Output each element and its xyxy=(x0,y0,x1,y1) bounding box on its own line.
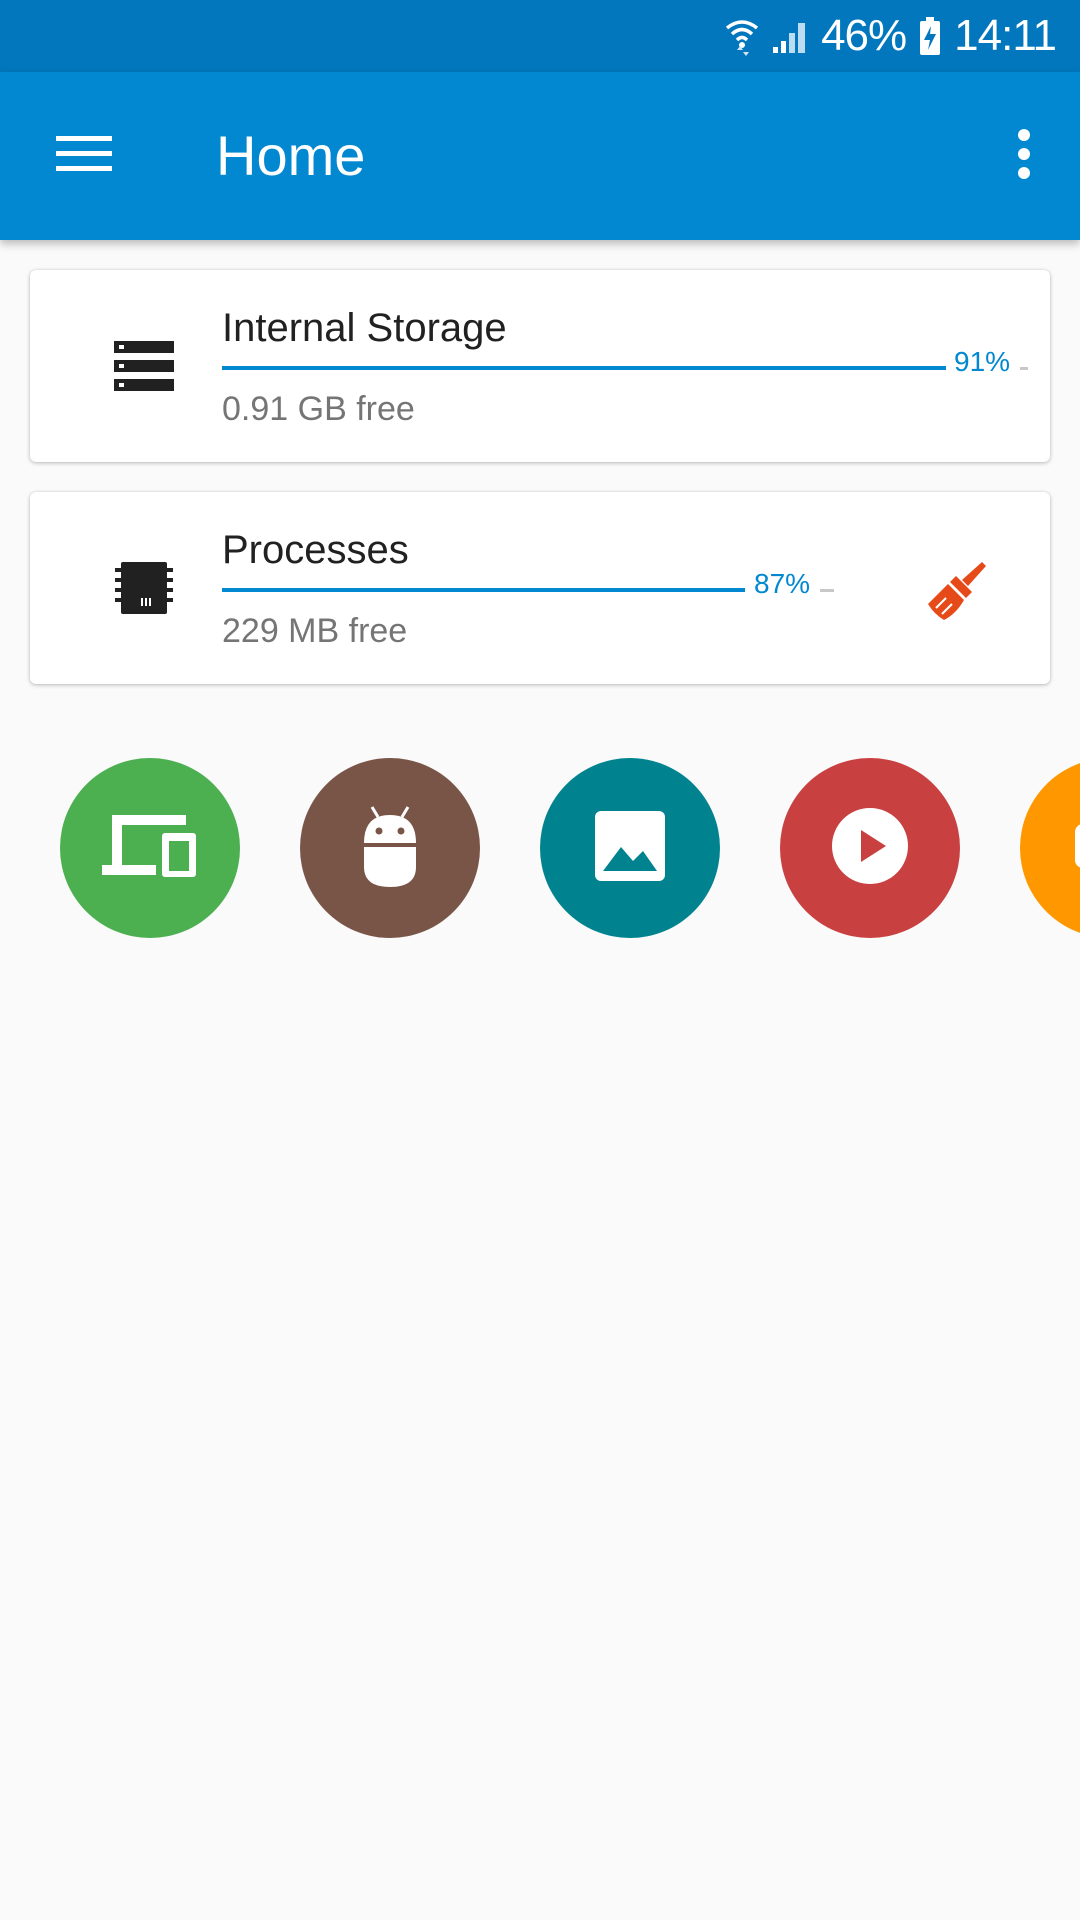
image-icon xyxy=(595,810,665,886)
clock: 14:11 xyxy=(954,11,1057,60)
status-bar: 46% 14:11 xyxy=(0,0,1080,72)
processes-percent: 87% xyxy=(754,568,811,599)
more-vert-icon xyxy=(1016,128,1032,185)
videos-category-button[interactable] xyxy=(780,758,960,938)
broom-clean-icon xyxy=(926,558,990,627)
clean-memory-button[interactable] xyxy=(918,552,998,632)
progress-remainder xyxy=(820,589,834,592)
apps-category-button[interactable] xyxy=(300,758,480,938)
menu-button[interactable] xyxy=(40,116,128,196)
signal-icon xyxy=(771,17,809,55)
app-bar: Home xyxy=(0,72,1080,240)
android-icon xyxy=(360,803,420,894)
processes-progress-bar xyxy=(222,588,745,592)
battery-charging-icon xyxy=(918,16,942,56)
progress-fill xyxy=(222,366,946,370)
processes-free: 229 MB free xyxy=(222,612,408,650)
progress-fill xyxy=(222,588,745,592)
storage-progress-bar xyxy=(222,366,946,370)
processes-card[interactable]: Processes 87% 229 MB free xyxy=(30,492,1050,684)
overflow-menu-button[interactable] xyxy=(992,116,1056,196)
memory-chip-icon xyxy=(84,558,204,618)
storage-icon xyxy=(84,336,204,396)
page-title: Home xyxy=(216,124,366,187)
battery-percent: 46% xyxy=(821,11,907,60)
play-circle-icon xyxy=(832,807,908,889)
documents-category-button[interactable] xyxy=(1020,758,1080,938)
category-shortcuts xyxy=(0,758,1080,940)
images-category-button[interactable] xyxy=(540,758,720,938)
storage-free: 0.91 GB free xyxy=(222,390,415,428)
card-title: Processes xyxy=(222,528,409,572)
devices-icon xyxy=(102,813,198,884)
wifi-icon xyxy=(725,16,759,56)
status-indicators: 46% 14:11 xyxy=(725,0,1057,72)
internal-storage-card[interactable]: Internal Storage 91% 0.91 GB free xyxy=(30,270,1050,462)
document-icon xyxy=(1075,816,1080,881)
card-title: Internal Storage xyxy=(222,306,507,350)
hamburger-menu-icon xyxy=(56,134,112,179)
storage-percent: 91% xyxy=(954,346,1011,377)
devices-category-button[interactable] xyxy=(60,758,240,938)
progress-remainder xyxy=(1020,367,1028,370)
